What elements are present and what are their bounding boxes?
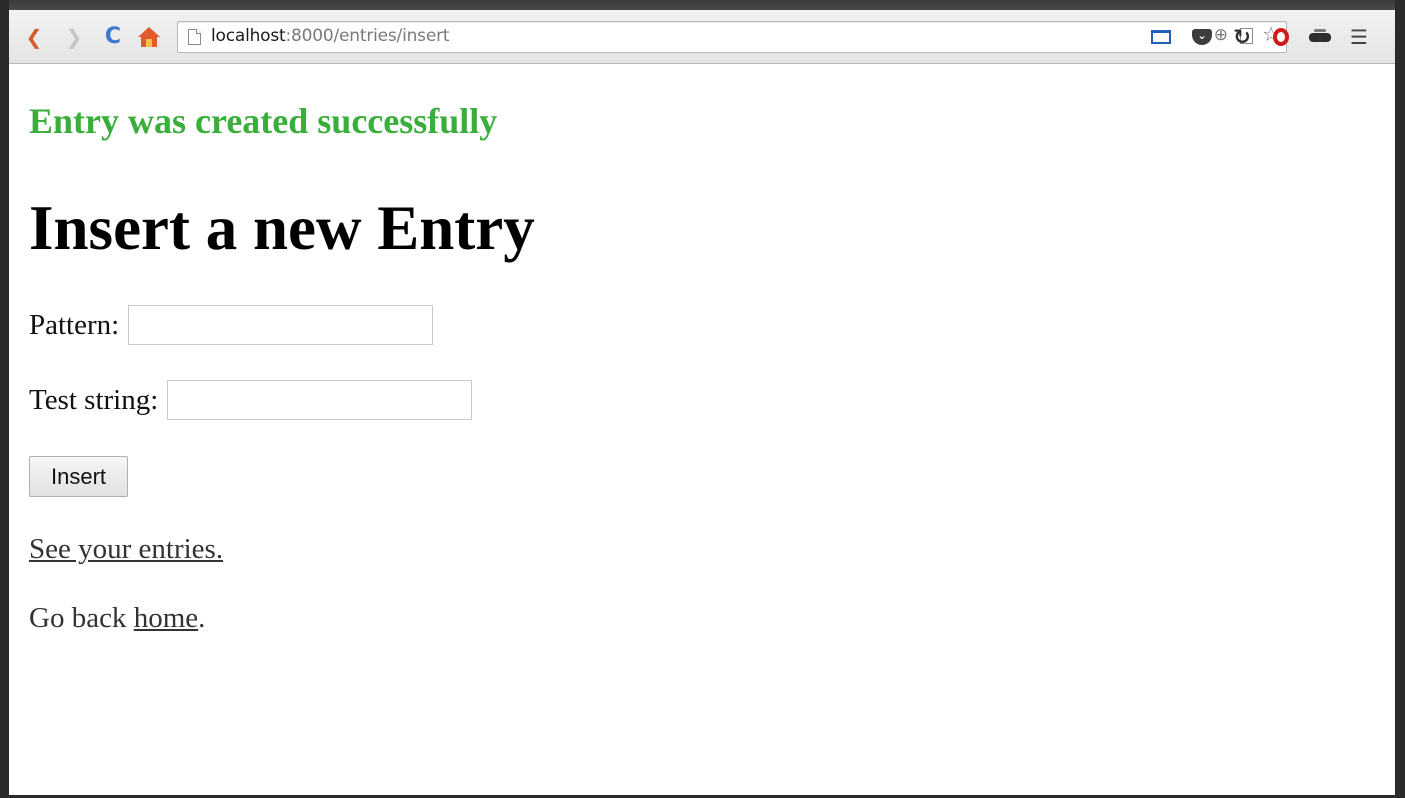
url-path: :8000/entries/insert [285, 26, 450, 46]
pattern-input[interactable] [128, 305, 434, 345]
home-link[interactable]: home [134, 602, 198, 634]
pocket-icon[interactable]: ⌄ [1188, 23, 1216, 51]
tab-strip [9, 0, 1395, 10]
test-string-input[interactable] [167, 380, 473, 420]
back-icon[interactable]: ❮ [21, 24, 47, 50]
test-string-row: Test string: [29, 380, 473, 420]
reload-icon[interactable]: C [100, 24, 126, 50]
go-back-line: Go back home. [29, 602, 205, 635]
url-text[interactable]: localhost:8000/entries/insert [211, 26, 450, 46]
browser-toolbar: ❮ ❯ C localhost:8000/entries/insert ⊕ ☆ … [9, 10, 1395, 64]
refresh-extension-icon[interactable]: ↻ [1228, 23, 1256, 51]
insert-button[interactable]: Insert [29, 456, 128, 497]
go-back-suffix: . [198, 602, 206, 634]
url-host: localhost [211, 26, 286, 46]
pattern-label: Pattern: [29, 308, 120, 341]
page-title: Insert a new Entry [29, 193, 535, 263]
home-icon[interactable] [136, 24, 162, 50]
browser-window: ❮ ❯ C localhost:8000/entries/insert ⊕ ☆ … [9, 0, 1395, 795]
test-string-label: Test string: [29, 383, 159, 416]
opera-icon[interactable] [1267, 23, 1295, 51]
see-entries-link[interactable]: See your entries. [29, 533, 223, 565]
cast-icon[interactable] [1147, 23, 1175, 51]
pattern-row: Pattern: [29, 305, 434, 345]
forward-icon[interactable]: ❯ [61, 24, 87, 50]
address-bar[interactable]: localhost:8000/entries/insert ⊕ ☆ [177, 21, 1287, 53]
menu-icon[interactable]: ☰ [1345, 23, 1373, 51]
glasses-extension-icon[interactable] [1306, 23, 1334, 51]
page-content: Entry was created successfully Insert a … [29, 64, 1395, 795]
entries-line: See your entries. [29, 533, 223, 566]
flash-message: Entry was created successfully [29, 101, 498, 141]
page-icon [188, 29, 201, 45]
go-back-text: Go back [29, 602, 134, 634]
